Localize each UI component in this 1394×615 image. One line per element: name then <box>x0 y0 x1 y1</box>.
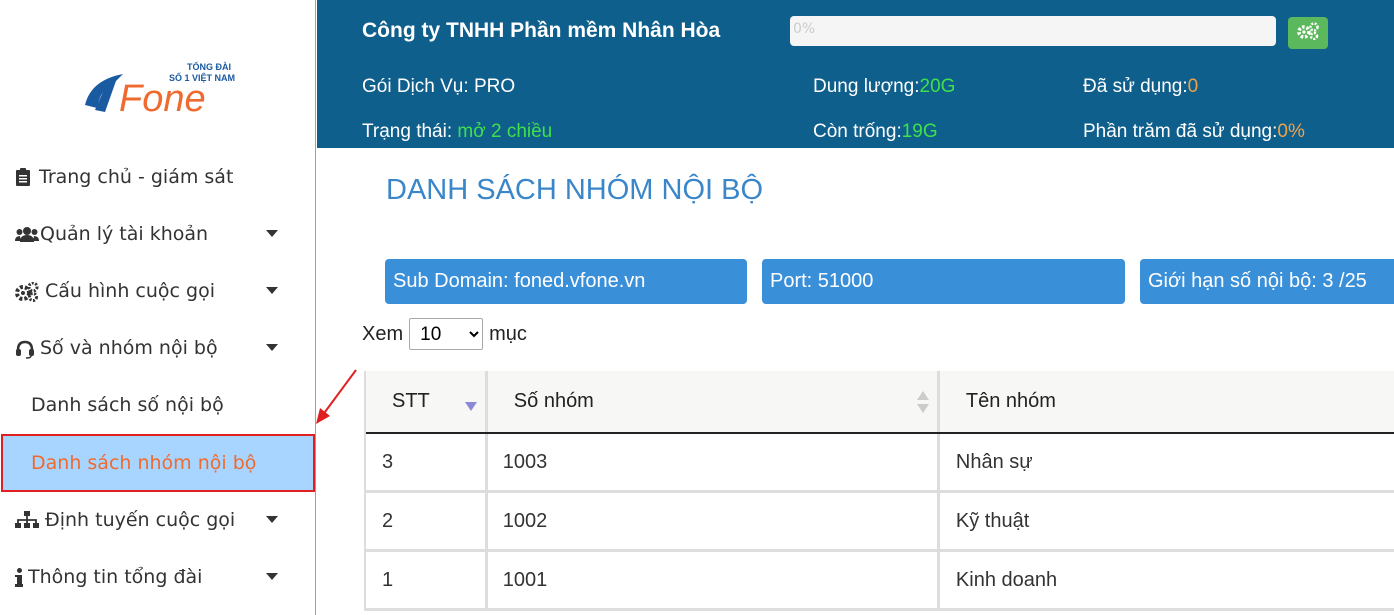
chevron-down-icon[interactable] <box>266 287 278 294</box>
status-label: Trạng thái: <box>362 121 453 142</box>
used-info: Đã sử dụng:0 <box>1083 76 1198 98</box>
sidebar-item-label: Định tuyến cuộc gọi <box>45 509 236 531</box>
settings-button[interactable] <box>1288 17 1328 49</box>
cell-group-name: Nhân sự <box>955 450 1033 473</box>
column-header-label: Số nhóm <box>513 390 594 412</box>
sort-both-icon <box>916 391 929 413</box>
cell-stt: 1 <box>366 552 488 608</box>
info-icon <box>15 568 23 587</box>
cell-group-number: 1001 <box>488 552 940 608</box>
users-icon <box>15 225 39 243</box>
svg-text:SỐ 1 VIỆT NAM: SỐ 1 VIỆT NAM <box>169 72 235 83</box>
sidebar-item-label: Quản lý tài khoản <box>40 223 209 245</box>
gears-icon <box>1296 22 1320 44</box>
sidebar-item-label: Danh sách số nội bộ <box>31 394 224 416</box>
capacity-info: Dung lượng:20G <box>813 76 955 98</box>
sidebar-item-accounts[interactable]: Quản lý tài khoản <box>0 209 316 259</box>
cell-group-name: Kinh doanh <box>955 568 1058 591</box>
cell-group-name: Kỹ thuật <box>955 509 1030 532</box>
top-header: Công ty TNHH Phần mềm Nhân Hòa 0% Gói Dị… <box>317 0 1394 148</box>
free-label: Còn trống: <box>813 121 902 142</box>
table-row[interactable]: 2 1002 Kỹ thuật <box>366 493 1394 552</box>
cell-group-number: 1002 <box>488 493 940 549</box>
usage-progress-bar: 0% <box>790 16 1276 46</box>
gears-icon <box>15 281 39 302</box>
sidebar-item-label: Thông tin tổng đài <box>28 566 203 588</box>
page-length-control: Xem 10 mục <box>362 318 527 350</box>
subdomain-box: Sub Domain: foned.vfone.vn <box>385 259 747 304</box>
package-info: Gói Dịch Vụ: PRO <box>362 76 515 98</box>
cell-stt: 3 <box>366 434 488 490</box>
progress-text: 0% <box>793 21 816 37</box>
sidebar-item-label: Trang chủ - giám sát <box>39 166 234 188</box>
column-header-group-number[interactable]: Số nhóm <box>488 371 940 432</box>
used-value: 0 <box>1187 76 1199 97</box>
headset-icon <box>15 339 35 359</box>
capacity-label: Dung lượng: <box>813 76 920 97</box>
cell-stt: 2 <box>366 493 488 549</box>
port-box: Port: 51000 <box>762 259 1125 304</box>
logo-graphic: Fone TỔNG ĐÀI SỐ 1 VIỆT NAM <box>85 61 235 120</box>
chevron-down-icon[interactable] <box>266 230 278 237</box>
sitemap-icon <box>15 511 39 529</box>
table-row[interactable]: 1 1001 Kinh doanh <box>366 552 1394 611</box>
chevron-down-icon[interactable] <box>266 344 278 351</box>
group-table: STT Số nhóm Tên nhóm 3 1003 Nhân sự 2 10… <box>364 371 1394 611</box>
sidebar: Fone TỔNG ĐÀI SỐ 1 VIỆT NAM Trang chủ - … <box>0 0 316 615</box>
package-label: Gói Dịch Vụ: <box>362 76 469 97</box>
column-header-group-name[interactable]: Tên nhóm <box>940 371 1394 432</box>
page-length-select[interactable]: 10 <box>409 318 484 350</box>
used-label: Đã sử dụng: <box>1083 76 1188 97</box>
svg-text:TỔNG ĐÀI: TỔNG ĐÀI <box>187 61 231 72</box>
free-value: 19G <box>901 121 938 142</box>
logo-text: Fone <box>119 78 206 118</box>
annotation-arrow <box>312 368 362 432</box>
company-name: Công ty TNHH Phần mềm Nhân Hòa <box>362 19 721 42</box>
clipboard-icon <box>15 168 33 186</box>
sidebar-subitem-extension-list[interactable]: Danh sách số nội bộ <box>0 380 316 430</box>
used-percent-label: Phần trăm đã sử dụng: <box>1083 121 1278 142</box>
sidebar-item-label: Danh sách nhóm nội bộ <box>31 452 257 474</box>
status-value: mở 2 chiều <box>457 121 553 142</box>
sidebar-item-label: Cấu hình cuộc gọi <box>45 280 215 302</box>
cell-group-number: 1003 <box>488 434 940 490</box>
extension-limit-box: Giới hạn số nội bộ: 3 /25 <box>1140 259 1394 304</box>
sidebar-item-pbx-info[interactable]: Thông tin tổng đài <box>0 552 316 602</box>
free-info: Còn trống:19G <box>813 121 938 143</box>
table-row[interactable]: 3 1003 Nhân sự <box>366 434 1394 493</box>
show-prefix: Xem <box>362 322 404 345</box>
chevron-down-icon[interactable] <box>266 516 278 523</box>
sidebar-item-extensions[interactable]: Số và nhóm nội bộ <box>0 323 316 373</box>
used-percent-info: Phần trăm đã sử dụng:0% <box>1083 121 1305 143</box>
status-info: Trạng thái: mở 2 chiều <box>362 121 552 143</box>
sidebar-subitem-group-list[interactable]: Danh sách nhóm nội bộ <box>1 434 315 492</box>
sidebar-item-label: Số và nhóm nội bộ <box>40 337 218 359</box>
used-percent-value: 0% <box>1277 121 1305 142</box>
sidebar-item-call-config[interactable]: Cấu hình cuộc gọi <box>0 266 316 316</box>
chevron-down-icon[interactable] <box>266 573 278 580</box>
column-header-stt[interactable]: STT <box>366 371 488 432</box>
sidebar-item-routing[interactable]: Định tuyến cuộc gọi <box>0 495 316 545</box>
sidebar-item-dashboard[interactable]: Trang chủ - giám sát <box>0 152 316 202</box>
capacity-value: 20G <box>919 76 956 97</box>
column-header-label: Tên nhóm <box>965 390 1056 412</box>
package-value: PRO <box>473 76 516 97</box>
sort-desc-icon <box>464 402 477 411</box>
vfone-logo[interactable]: Fone TỔNG ĐÀI SỐ 1 VIỆT NAM <box>83 60 235 120</box>
show-suffix: mục <box>489 322 527 345</box>
column-header-label: STT <box>392 390 430 412</box>
page-title: DANH SÁCH NHÓM NỘI BỘ <box>386 174 764 206</box>
table-header: STT Số nhóm Tên nhóm <box>366 371 1394 434</box>
